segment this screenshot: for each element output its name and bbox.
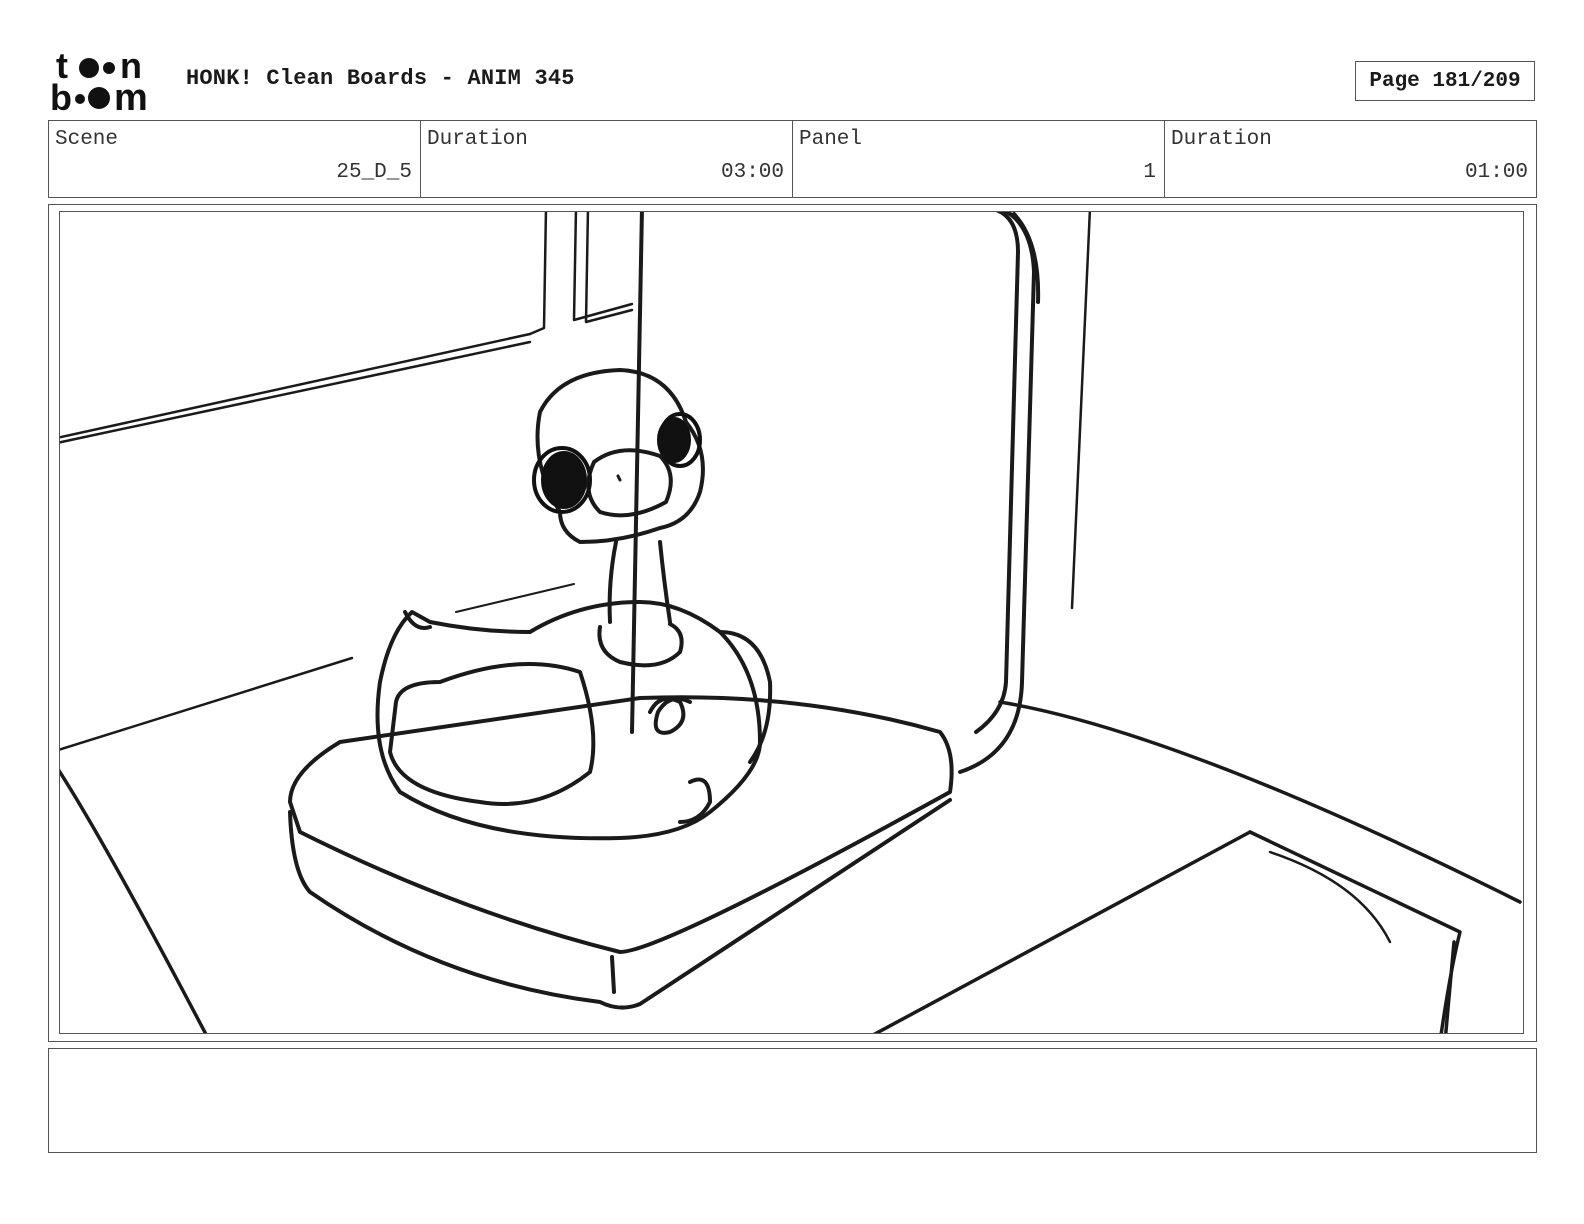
scene-duration-value: 03:00	[720, 161, 784, 184]
scene-value: 25_D_5	[336, 161, 412, 184]
scene-cell: Scene 25_D_5	[49, 121, 421, 197]
svg-text:m: m	[114, 77, 148, 114]
duck-eyes	[532, 412, 702, 514]
panel-label: Panel	[799, 128, 863, 151]
scene-duration-label: Duration	[427, 128, 528, 151]
scene-duration-cell: Duration 03:00	[421, 121, 793, 197]
toon-boom-logo-mark: t n b m	[50, 45, 148, 119]
document-title: HONK! Clean Boards - ANIM 345	[186, 66, 575, 91]
storyboard-panel-drawing	[59, 211, 1524, 1034]
panel-cell: Panel 1	[793, 121, 1165, 197]
toon-boom-logo: t n b m	[50, 45, 165, 119]
floor-lines	[60, 700, 1522, 1033]
scene-info-table: Scene 25_D_5 Duration 03:00 Panel 1 Dura…	[48, 120, 1537, 198]
panel-duration-label: Duration	[1171, 128, 1272, 151]
panel-duration-value: 01:00	[1464, 161, 1528, 184]
duck-on-chair-sketch	[60, 212, 1522, 1033]
scene-label: Scene	[55, 128, 119, 151]
panel-value: 1	[1143, 161, 1156, 184]
duck-body	[375, 368, 773, 841]
panel-duration-cell: Duration 01:00	[1165, 121, 1536, 197]
chair-back	[630, 212, 1041, 774]
panel-notes-box	[48, 1048, 1537, 1153]
svg-text:b: b	[50, 77, 72, 114]
page-number: Page 181/209	[1355, 61, 1535, 101]
